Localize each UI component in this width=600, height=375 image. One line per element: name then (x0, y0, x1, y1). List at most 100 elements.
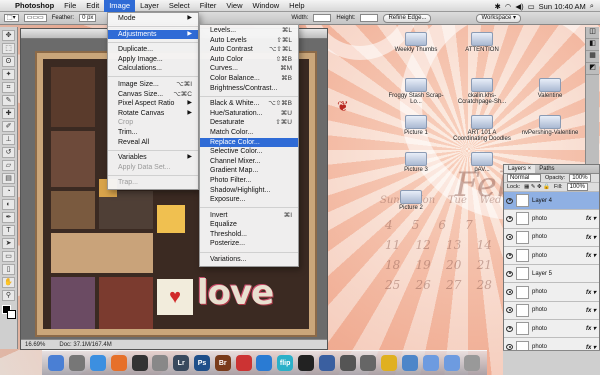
menu-item-shadow-highlight[interactable]: Shadow/Highlight... (200, 186, 298, 196)
menu-item-adjustments[interactable]: Adjustments ▶ (108, 29, 198, 40)
bridge-icon[interactable]: Br (214, 355, 231, 371)
menu-view[interactable]: View (221, 0, 247, 12)
desktop-icon[interactable]: Weekly Thumbs (386, 32, 446, 53)
menu-item-gradient-map[interactable]: Gradient Map... (200, 166, 298, 176)
dashboard-icon[interactable] (131, 355, 148, 371)
menu-item-threshold[interactable]: Threshold... (200, 230, 298, 240)
width-input[interactable] (313, 14, 332, 22)
apple-menu-icon[interactable] (0, 0, 10, 12)
history-brush-icon[interactable]: ↺ (2, 147, 15, 158)
clock[interactable]: Sun 10:40 AM (539, 2, 586, 11)
eye-icon[interactable] (506, 270, 513, 277)
menu-item-calculations[interactable]: Calculations... (108, 64, 198, 74)
itunes-icon[interactable] (256, 355, 273, 371)
panel-icon[interactable]: ◩ (586, 63, 599, 75)
app-icon[interactable] (360, 355, 377, 371)
panel-icon[interactable]: ▦ (586, 51, 599, 63)
eraser-icon[interactable]: ▱ (2, 160, 15, 171)
volume-icon[interactable]: ◀) (515, 2, 523, 11)
eye-icon[interactable] (506, 252, 513, 259)
desktop-icon[interactable]: nvPershing-Valentine (520, 115, 580, 136)
desktop-icon[interactable]: Valentine (520, 78, 580, 99)
menu-item-black-white[interactable]: Black & White... ⌥⇧⌘B (200, 99, 298, 109)
notes-tool-icon[interactable]: ▯ (2, 264, 15, 275)
shape-tool-icon[interactable]: ▭ (2, 251, 15, 262)
menu-item-trim[interactable]: Trim... (108, 128, 198, 138)
desktop-icon[interactable]: Picture 3 (386, 152, 446, 173)
menu-item-selective-color[interactable]: Selective Color... (200, 147, 298, 157)
menu-item-brightness-contrast[interactable]: Brightness/Contrast... (200, 84, 298, 94)
fx-icon[interactable]: fx ▾ (586, 307, 599, 314)
height-input[interactable] (360, 14, 379, 22)
menu-item-rotate-canvas[interactable]: Rotate Canvas ▶ (108, 109, 198, 119)
eye-icon[interactable] (506, 307, 513, 314)
fx-icon[interactable]: fx ▾ (586, 325, 599, 332)
menu-item-desaturate[interactable]: Desaturate ⇧⌘U (200, 118, 298, 128)
tab-layers[interactable]: Layers × (504, 165, 536, 173)
desktop-icon[interactable]: ckalin.khs-Ccratchpage-Sh... (452, 78, 512, 105)
menu-item-levels[interactable]: Levels... ⌘L (200, 26, 298, 36)
menu-file[interactable]: File (59, 0, 81, 12)
adium-icon[interactable] (381, 355, 398, 371)
desktop-icon[interactable]: ART 101 A Coordinating Doodles (452, 115, 512, 142)
gradient-tool-icon[interactable]: ▤ (2, 173, 15, 184)
menu-item-auto-color[interactable]: Auto Color ⇧⌘B (200, 55, 298, 65)
menu-item-invert[interactable]: Invert ⌘I (200, 211, 298, 221)
menu-layer[interactable]: Layer (135, 0, 164, 12)
blur-tool-icon[interactable]: ◔ (2, 186, 15, 197)
desktop-icon[interactable]: ATTENTION (452, 32, 512, 53)
zoom-tool-icon[interactable]: ⚲ (2, 290, 15, 301)
eye-icon[interactable] (506, 197, 513, 204)
pen-tool-icon[interactable]: ✒ (2, 212, 15, 223)
fill-input[interactable]: 100% (566, 183, 588, 191)
menu-item-apply-image[interactable]: Apply Image... (108, 55, 198, 65)
menu-help[interactable]: Help (284, 0, 309, 12)
time-machine-icon[interactable] (339, 355, 356, 371)
firefox-icon[interactable] (110, 355, 127, 371)
menu-item-match-color[interactable]: Match Color... (200, 128, 298, 138)
marquee-tool-icon[interactable]: ⬚ (2, 43, 15, 54)
workspace-button[interactable]: Workspace ▾ (476, 13, 522, 23)
magic-wand-icon[interactable]: ✦ (2, 69, 15, 80)
menu-item-pixel-aspect-ratio[interactable]: Pixel Aspect Ratio ▶ (108, 99, 198, 109)
menu-item-canvas-size[interactable]: Canvas Size... ⌥⌘C (108, 90, 198, 100)
battery-icon[interactable]: ▭ (528, 2, 535, 11)
opacity-input[interactable]: 100% (569, 174, 591, 182)
menu-item-photo-filter[interactable]: Photo Filter... (200, 176, 298, 186)
eye-icon[interactable] (506, 234, 513, 241)
menu-item-auto-contrast[interactable]: Auto Contrast ⌥⇧⌘L (200, 45, 298, 55)
menu-window[interactable]: Window (247, 0, 284, 12)
move-tool-icon[interactable]: ✥ (2, 30, 15, 41)
brush-tool-icon[interactable]: ✐ (2, 121, 15, 132)
folder-icon[interactable] (422, 355, 439, 371)
zoom-level[interactable]: 16.69% (25, 340, 45, 349)
menu-item-equalize[interactable]: Equalize (200, 220, 298, 230)
panel-icon[interactable]: ◫ (586, 27, 599, 39)
safari-icon[interactable] (89, 355, 106, 371)
layer-row[interactable]: Layer 4 (504, 192, 599, 211)
refine-edge-button[interactable]: Refine Edge... (383, 13, 432, 23)
blend-mode-select[interactable]: Normal (507, 174, 541, 182)
menu-item-variables[interactable]: Variables ▶ (108, 153, 198, 163)
layer-row[interactable]: photo fx ▾ (504, 228, 599, 247)
photos-icon[interactable] (152, 355, 169, 371)
network-icon[interactable] (401, 355, 418, 371)
wifi-icon[interactable]: ◠ (505, 2, 512, 11)
bluetooth-icon[interactable]: ✱ (494, 2, 500, 11)
crop-tool-icon[interactable]: ⌗ (2, 82, 15, 93)
menu-item-exposure[interactable]: Exposure... (200, 195, 298, 205)
desktop-icon[interactable]: Picture 1 (386, 115, 446, 136)
menu-image[interactable]: Image (104, 0, 136, 12)
fx-icon[interactable]: fx ▾ (586, 234, 599, 241)
menu-item-duplicate[interactable]: Duplicate... (108, 45, 198, 55)
path-selection-icon[interactable]: ➤ (2, 238, 15, 249)
menu-edit[interactable]: Edit (81, 0, 104, 12)
menu-item-auto-levels[interactable]: Auto Levels ⇧⌘L (200, 36, 298, 46)
menu-item-replace-color[interactable]: Replace Color... (200, 137, 298, 148)
menu-item-reveal-all[interactable]: Reveal All (108, 138, 198, 148)
fx-icon[interactable]: fx ▾ (586, 289, 599, 296)
downloads-icon[interactable] (443, 355, 460, 371)
trash-icon[interactable] (464, 355, 481, 371)
menu-filter[interactable]: Filter (195, 0, 222, 12)
menu-item-variations[interactable]: Variations... (200, 255, 298, 265)
